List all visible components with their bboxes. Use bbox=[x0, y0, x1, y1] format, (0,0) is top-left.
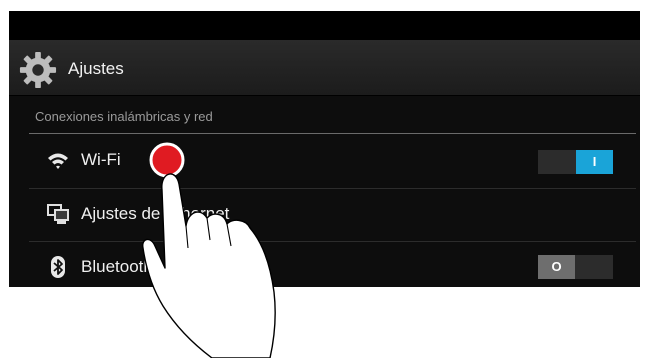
setting-row-wifi[interactable]: Wi-Fi I bbox=[9, 135, 640, 187]
setting-label-ethernet: Ajustes de Ethernet bbox=[81, 204, 230, 223]
page-title: Ajustes bbox=[68, 59, 124, 78]
setting-row-bluetooth[interactable]: Bluetooth O bbox=[9, 242, 640, 287]
bluetooth-toggle-state: O bbox=[551, 259, 562, 274]
wifi-toggle[interactable]: I bbox=[538, 150, 613, 174]
wifi-toggle-state: I bbox=[592, 154, 597, 169]
bluetooth-icon bbox=[51, 256, 65, 278]
wifi-toggle-thumb: I bbox=[576, 150, 613, 174]
status-bar bbox=[9, 11, 640, 40]
section-header: Conexiones inalámbricas y red bbox=[35, 109, 213, 124]
bluetooth-toggle[interactable]: O bbox=[538, 255, 613, 279]
bluetooth-toggle-thumb: O bbox=[538, 255, 575, 279]
setting-label-wifi: Wi-Fi bbox=[81, 150, 121, 169]
wifi-icon bbox=[48, 153, 68, 169]
ethernet-icon bbox=[47, 204, 69, 224]
gear-icon[interactable] bbox=[19, 51, 57, 89]
action-bar: Ajustes bbox=[9, 40, 640, 96]
section-divider bbox=[29, 133, 636, 134]
setting-row-ethernet[interactable]: Ajustes de Ethernet bbox=[9, 189, 640, 241]
setting-label-bluetooth: Bluetooth bbox=[81, 257, 153, 276]
tablet-screen: Ajustes Conexiones inalámbricas y red Wi… bbox=[9, 11, 640, 287]
